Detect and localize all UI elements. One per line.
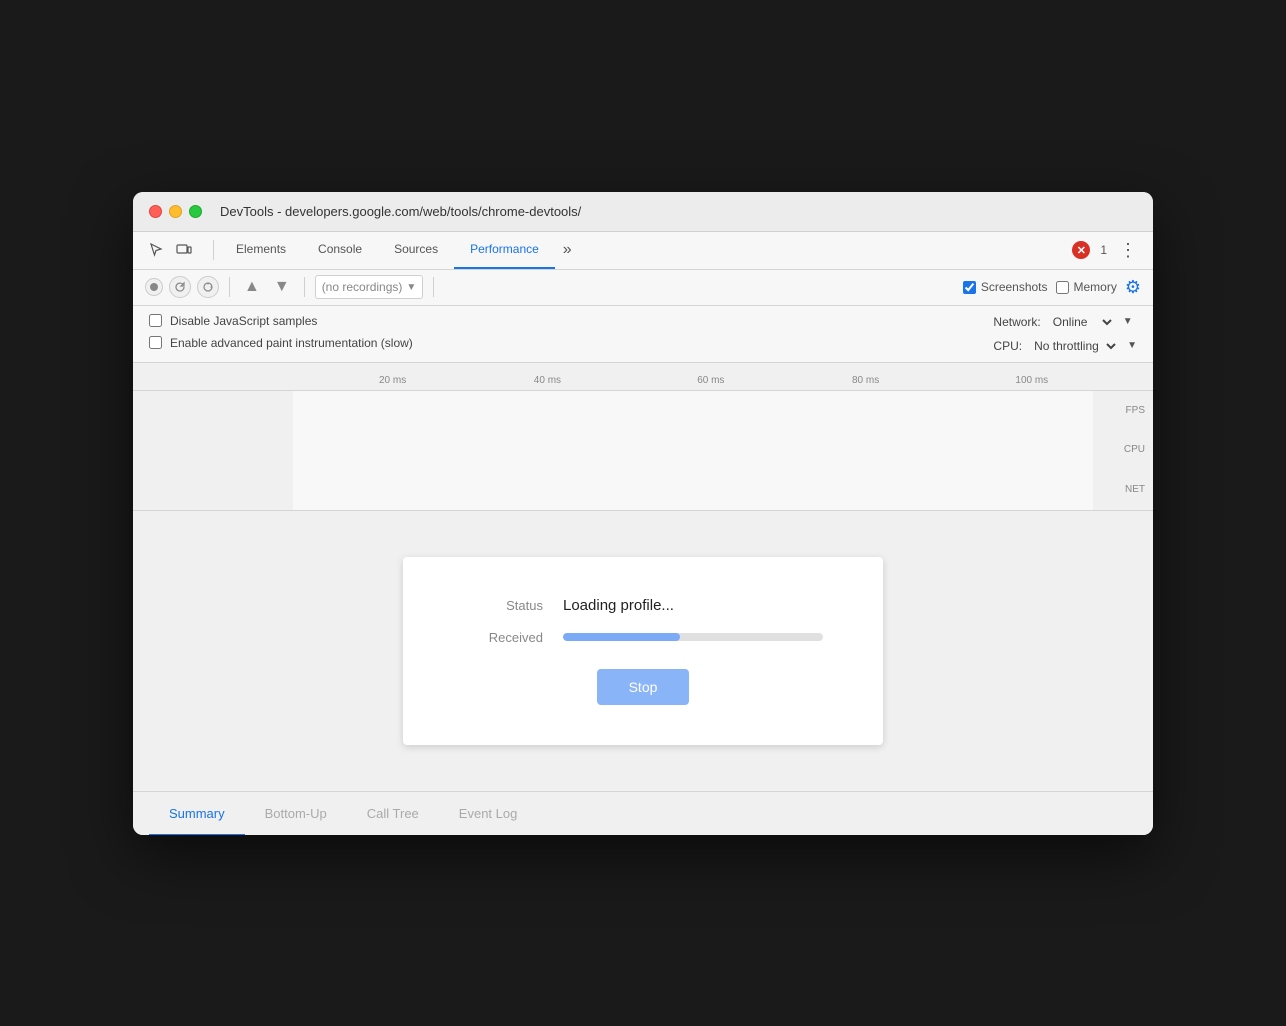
toolbar-divider-3 xyxy=(433,277,434,297)
memory-checkbox-label[interactable]: Memory xyxy=(1056,280,1117,294)
timeline-left-spacer xyxy=(133,363,293,390)
tab-summary[interactable]: Summary xyxy=(149,793,245,835)
tick-60ms: 60 ms xyxy=(697,375,724,386)
stop-record-button[interactable] xyxy=(197,276,219,298)
settings-left: Disable JavaScript samples Enable advanc… xyxy=(149,314,413,350)
settings-right: Network: Online Fast 3G Slow 3G Offline … xyxy=(993,314,1137,354)
tab-bottom-up[interactable]: Bottom-Up xyxy=(245,793,347,835)
reload-record-button[interactable] xyxy=(169,276,191,298)
tracks-labels xyxy=(133,391,293,510)
timeline-ticks: 20 ms 40 ms 60 ms 80 ms 100 ms xyxy=(293,363,1153,390)
tracks-right: FPS CPU NET xyxy=(1093,391,1153,510)
tab-call-tree[interactable]: Call Tree xyxy=(347,793,439,835)
download-icon[interactable]: ▼ xyxy=(270,278,294,296)
status-label: Status xyxy=(463,598,543,613)
tick-80ms: 80 ms xyxy=(852,375,879,386)
progress-bar-container xyxy=(563,633,823,641)
device-toggle-icon[interactable] xyxy=(173,239,195,261)
tab-divider xyxy=(213,240,214,260)
progress-bar-fill xyxy=(563,633,680,641)
performance-toolbar: ▲ ▼ (no recordings) ▼ Screenshots Memory… xyxy=(133,270,1153,306)
tick-40ms: 40 ms xyxy=(534,375,561,386)
toolbar-divider-1 xyxy=(229,277,230,297)
cpu-select[interactable]: No throttling 4x slowdown 6x slowdown xyxy=(1030,338,1119,354)
disable-js-checkbox[interactable] xyxy=(149,314,162,327)
tab-bar: Elements Console Sources Performance » ✕… xyxy=(133,232,1153,270)
loading-dialog: Status Loading profile... Received Stop xyxy=(403,557,883,745)
upload-icon[interactable]: ▲ xyxy=(240,278,264,296)
devtools-window: DevTools - developers.google.com/web/too… xyxy=(133,192,1153,835)
devtools-menu-icon[interactable]: ⋮ xyxy=(1115,240,1141,261)
maximize-button[interactable] xyxy=(189,205,202,218)
timeline-ruler: 20 ms 40 ms 60 ms 80 ms 100 ms xyxy=(133,363,1153,391)
cpu-label: CPU xyxy=(1093,444,1145,455)
recording-select-wrapper[interactable]: (no recordings) ▼ xyxy=(315,275,424,299)
window-title: DevTools - developers.google.com/web/too… xyxy=(220,204,581,219)
received-label: Received xyxy=(463,630,543,645)
tick-100ms: 100 ms xyxy=(1015,375,1048,386)
memory-checkbox[interactable] xyxy=(1056,281,1069,294)
minimize-button[interactable] xyxy=(169,205,182,218)
title-bar: DevTools - developers.google.com/web/too… xyxy=(133,192,1153,232)
status-row: Status Loading profile... xyxy=(463,597,823,614)
screenshots-checkbox[interactable] xyxy=(963,281,976,294)
settings-gear-icon[interactable]: ⚙ xyxy=(1125,277,1141,298)
traffic-lights xyxy=(149,205,202,218)
network-row: Network: Online Fast 3G Slow 3G Offline … xyxy=(993,314,1137,330)
tracks-content xyxy=(293,391,1093,510)
main-tabs: Elements Console Sources Performance xyxy=(220,232,555,269)
settings-panel: Disable JavaScript samples Enable advanc… xyxy=(133,306,1153,363)
toolbar-right: Screenshots Memory ⚙ xyxy=(963,277,1141,298)
fps-label: FPS xyxy=(1093,405,1145,416)
enable-paint-row: Enable advanced paint instrumentation (s… xyxy=(149,336,413,350)
main-content: Status Loading profile... Received Stop xyxy=(133,511,1153,791)
cpu-row: CPU: No throttling 4x slowdown 6x slowdo… xyxy=(993,338,1137,354)
close-button[interactable] xyxy=(149,205,162,218)
received-row: Received xyxy=(463,630,823,645)
performance-tracks: FPS CPU NET xyxy=(133,391,1153,511)
tab-sources[interactable]: Sources xyxy=(378,232,454,269)
devtools-icons xyxy=(145,239,195,261)
error-count: 1 xyxy=(1100,243,1107,257)
tab-event-log[interactable]: Event Log xyxy=(439,793,538,835)
status-value: Loading profile... xyxy=(563,597,674,614)
record-button[interactable] xyxy=(145,278,163,296)
more-tabs-button[interactable]: » xyxy=(555,232,580,269)
tab-bar-right: ✕ 1 ⋮ xyxy=(1072,240,1141,261)
toolbar-divider-2 xyxy=(304,277,305,297)
recording-select-label: (no recordings) xyxy=(322,280,403,294)
network-select-arrow: ▼ xyxy=(1123,316,1133,327)
tab-console[interactable]: Console xyxy=(302,232,378,269)
error-icon[interactable]: ✕ xyxy=(1072,241,1090,259)
net-label: NET xyxy=(1093,484,1145,495)
screenshots-checkbox-label[interactable]: Screenshots xyxy=(963,280,1048,294)
tick-20ms: 20 ms xyxy=(379,375,406,386)
cursor-icon[interactable] xyxy=(145,239,167,261)
tab-elements[interactable]: Elements xyxy=(220,232,302,269)
disable-js-row: Disable JavaScript samples xyxy=(149,314,413,328)
tab-performance[interactable]: Performance xyxy=(454,232,555,269)
stop-button[interactable]: Stop xyxy=(597,669,690,705)
enable-paint-checkbox[interactable] xyxy=(149,336,162,349)
recording-select-arrow: ▼ xyxy=(406,282,416,293)
network-select[interactable]: Online Fast 3G Slow 3G Offline xyxy=(1049,314,1115,330)
cpu-select-arrow: ▼ xyxy=(1127,340,1137,351)
bottom-tabs: Summary Bottom-Up Call Tree Event Log xyxy=(133,791,1153,835)
